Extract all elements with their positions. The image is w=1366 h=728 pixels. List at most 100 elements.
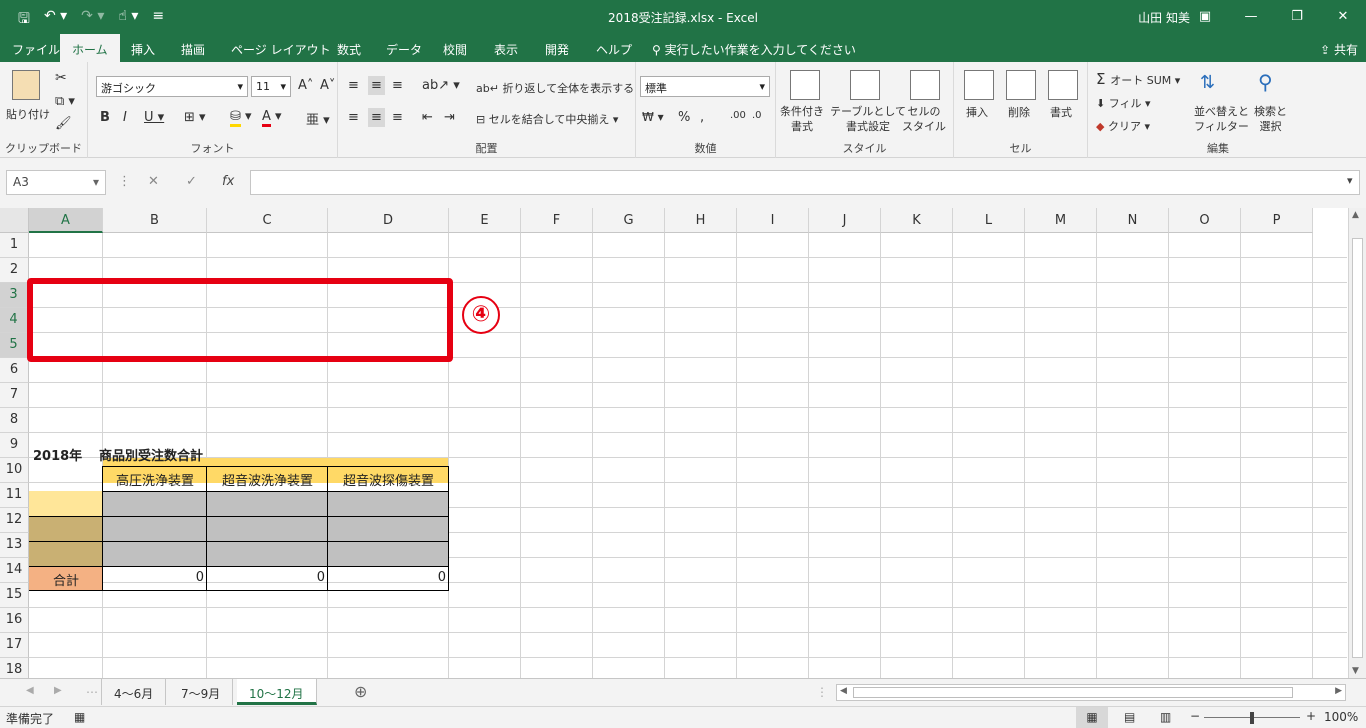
currency-icon[interactable]: ₩ ▾ — [642, 110, 664, 124]
sort-filter-icon[interactable]: ⇅ — [1200, 72, 1215, 93]
decrease-indent-icon[interactable]: ⇤ — [422, 110, 433, 125]
add-sheet-icon[interactable]: ⊕ — [354, 682, 367, 701]
sheet-tab-jul-sep[interactable]: 7～9月 — [169, 679, 234, 705]
tab-formulas[interactable]: 数式 — [337, 41, 361, 58]
page-layout-view-icon[interactable]: ▤ — [1124, 710, 1135, 724]
merge-center-button[interactable]: ⊟ セルを結合して中央揃え ▾ — [476, 111, 618, 127]
cell-b1[interactable]: 商品別受注数合計 — [99, 441, 203, 466]
format-cells-icon[interactable] — [1048, 70, 1078, 100]
conditional-format-button[interactable]: 条件付き 書式 — [780, 104, 824, 134]
align-bottom-icon[interactable]: ≡ — [392, 78, 403, 93]
scroll-left-icon[interactable]: ◀ — [840, 686, 847, 696]
zoom-in-icon[interactable]: + — [1306, 709, 1316, 723]
insert-function-icon[interactable]: fx — [222, 174, 234, 189]
cell-c2[interactable]: 超音波洗浄装置 — [207, 466, 328, 491]
ribbon-display-icon[interactable]: ▣ — [1182, 0, 1228, 32]
increase-indent-icon[interactable]: ⇥ — [444, 110, 455, 125]
underline-icon[interactable]: U ▾ — [144, 110, 164, 125]
font-name-dropdown[interactable]: 游ゴシック ▾ — [96, 76, 248, 97]
orientation-icon[interactable]: ab↗ ▾ — [422, 78, 460, 93]
align-center-icon[interactable]: ≡ — [368, 108, 385, 127]
cell-b2[interactable]: 高圧洗浄装置 — [103, 466, 207, 491]
find-select-button[interactable]: 検索と 選択 — [1254, 104, 1287, 134]
align-middle-icon[interactable]: ≡ — [368, 76, 385, 95]
scroll-down-icon[interactable]: ▼ — [1352, 666, 1359, 676]
decrease-font-icon[interactable]: A˅ — [320, 78, 335, 93]
comma-icon[interactable]: , — [700, 110, 704, 125]
find-icon[interactable]: ⚲ — [1258, 70, 1273, 94]
sort-filter-button[interactable]: 並べ替えと フィルター — [1194, 104, 1249, 134]
normal-view-icon[interactable]: ▦ — [1076, 707, 1108, 728]
tab-home[interactable]: ホーム — [60, 34, 120, 62]
conditional-format-icon[interactable] — [790, 70, 820, 100]
page-break-view-icon[interactable]: ▥ — [1160, 710, 1171, 724]
phonetic-icon[interactable]: 亜 ▾ — [306, 109, 330, 128]
zoom-slider-thumb[interactable] — [1250, 712, 1254, 724]
number-format-dropdown[interactable]: 標準 ▾ — [640, 76, 770, 97]
copy-icon[interactable]: ⧉ ▾ — [55, 94, 75, 109]
sheet-tab-oct-dec[interactable]: 10～12月 — [237, 679, 317, 705]
tab-splitter-icon[interactable]: ⋮ — [816, 685, 828, 699]
horizontal-scrollbar[interactable]: ◀ ▶ — [836, 684, 1346, 701]
expand-formula-icon[interactable]: ▾ — [1347, 174, 1353, 187]
tell-me-search[interactable]: ⚲ 実行したい作業を入力してください — [652, 41, 856, 58]
increase-font-icon[interactable]: A˄ — [298, 78, 313, 93]
cut-icon[interactable]: ✂ — [55, 70, 67, 86]
delete-cells-button[interactable]: 削除 — [1008, 104, 1030, 120]
formula-input[interactable] — [250, 170, 1360, 195]
wrap-text-button[interactable]: ab↵ 折り返して全体を表示する — [476, 80, 634, 96]
next-sheet-icon[interactable]: ▶ — [54, 685, 62, 696]
tab-page-layout[interactable]: ページ レイアウト — [231, 41, 331, 58]
column-header-m[interactable]: M — [1025, 208, 1097, 233]
name-box[interactable]: A3 ▾ — [6, 170, 106, 195]
scroll-right-icon[interactable]: ▶ — [1335, 686, 1342, 696]
increase-decimal-icon[interactable]: .00 — [730, 110, 746, 121]
decrease-decimal-icon[interactable]: .0 — [752, 110, 762, 121]
cell-styles-button[interactable]: セルの スタイル — [902, 104, 946, 134]
tab-review[interactable]: 校閲 — [443, 41, 467, 58]
border-icon[interactable]: ⊞ ▾ — [184, 110, 206, 125]
scroll-up-icon[interactable]: ▲ — [1352, 210, 1359, 220]
cell-a6[interactable]: 合計 — [29, 566, 103, 591]
cell-d6[interactable]: 0 — [328, 566, 446, 591]
tab-file[interactable]: ファイル — [12, 41, 60, 58]
zoom-out-icon[interactable]: − — [1190, 709, 1200, 723]
cell-d2[interactable]: 超音波探傷装置 — [328, 466, 449, 491]
minimize-icon[interactable]: — — [1228, 0, 1274, 32]
align-right-icon[interactable]: ≡ — [392, 110, 403, 125]
tab-insert[interactable]: 挿入 — [131, 41, 155, 58]
zoom-level[interactable]: 100% — [1324, 710, 1358, 724]
column-header-f[interactable]: F — [521, 208, 593, 233]
scroll-thumb[interactable] — [1352, 238, 1363, 658]
column-header-o[interactable]: O — [1169, 208, 1241, 233]
column-header-l[interactable]: L — [953, 208, 1025, 233]
format-as-table-icon[interactable] — [850, 70, 880, 100]
insert-cells-button[interactable]: 挿入 — [966, 104, 988, 120]
cancel-icon[interactable]: ✕ — [148, 174, 159, 189]
tab-draw[interactable]: 描画 — [181, 41, 205, 58]
fill-button[interactable]: ⬇ フィル ▾ — [1096, 95, 1151, 111]
format-painter-icon[interactable]: 🖌 — [55, 116, 72, 131]
font-color-icon[interactable]: A ▾ — [262, 109, 282, 127]
tab-help[interactable]: ヘルプ — [596, 41, 632, 58]
column-header-n[interactable]: N — [1097, 208, 1169, 233]
tab-view[interactable]: 表示 — [494, 41, 518, 58]
align-top-icon[interactable]: ≡ — [348, 78, 359, 93]
cell-a1[interactable]: 2018年 — [33, 441, 82, 466]
tab-developer[interactable]: 開発 — [545, 41, 569, 58]
row-header-18[interactable]: 18 — [0, 658, 29, 678]
enter-icon[interactable]: ✓ — [186, 174, 197, 189]
column-header-k[interactable]: K — [881, 208, 953, 233]
sheet-tab-apr-jun[interactable]: 4～6月 — [101, 679, 167, 705]
autosum-button[interactable]: Σ オート SUM ▾ — [1096, 70, 1180, 88]
prev-sheet-icon[interactable]: ◀ — [26, 685, 34, 696]
column-header-i[interactable]: I — [737, 208, 809, 233]
bold-icon[interactable]: B — [100, 110, 110, 125]
column-header-g[interactable]: G — [593, 208, 665, 233]
paste-icon[interactable] — [12, 70, 40, 100]
cell-b6[interactable]: 0 — [103, 566, 204, 591]
column-header-h[interactable]: H — [665, 208, 737, 233]
font-size-dropdown[interactable]: 11 ▾ — [251, 76, 291, 97]
restore-icon[interactable]: ❐ — [1274, 0, 1320, 32]
close-icon[interactable]: ✕ — [1320, 0, 1366, 32]
